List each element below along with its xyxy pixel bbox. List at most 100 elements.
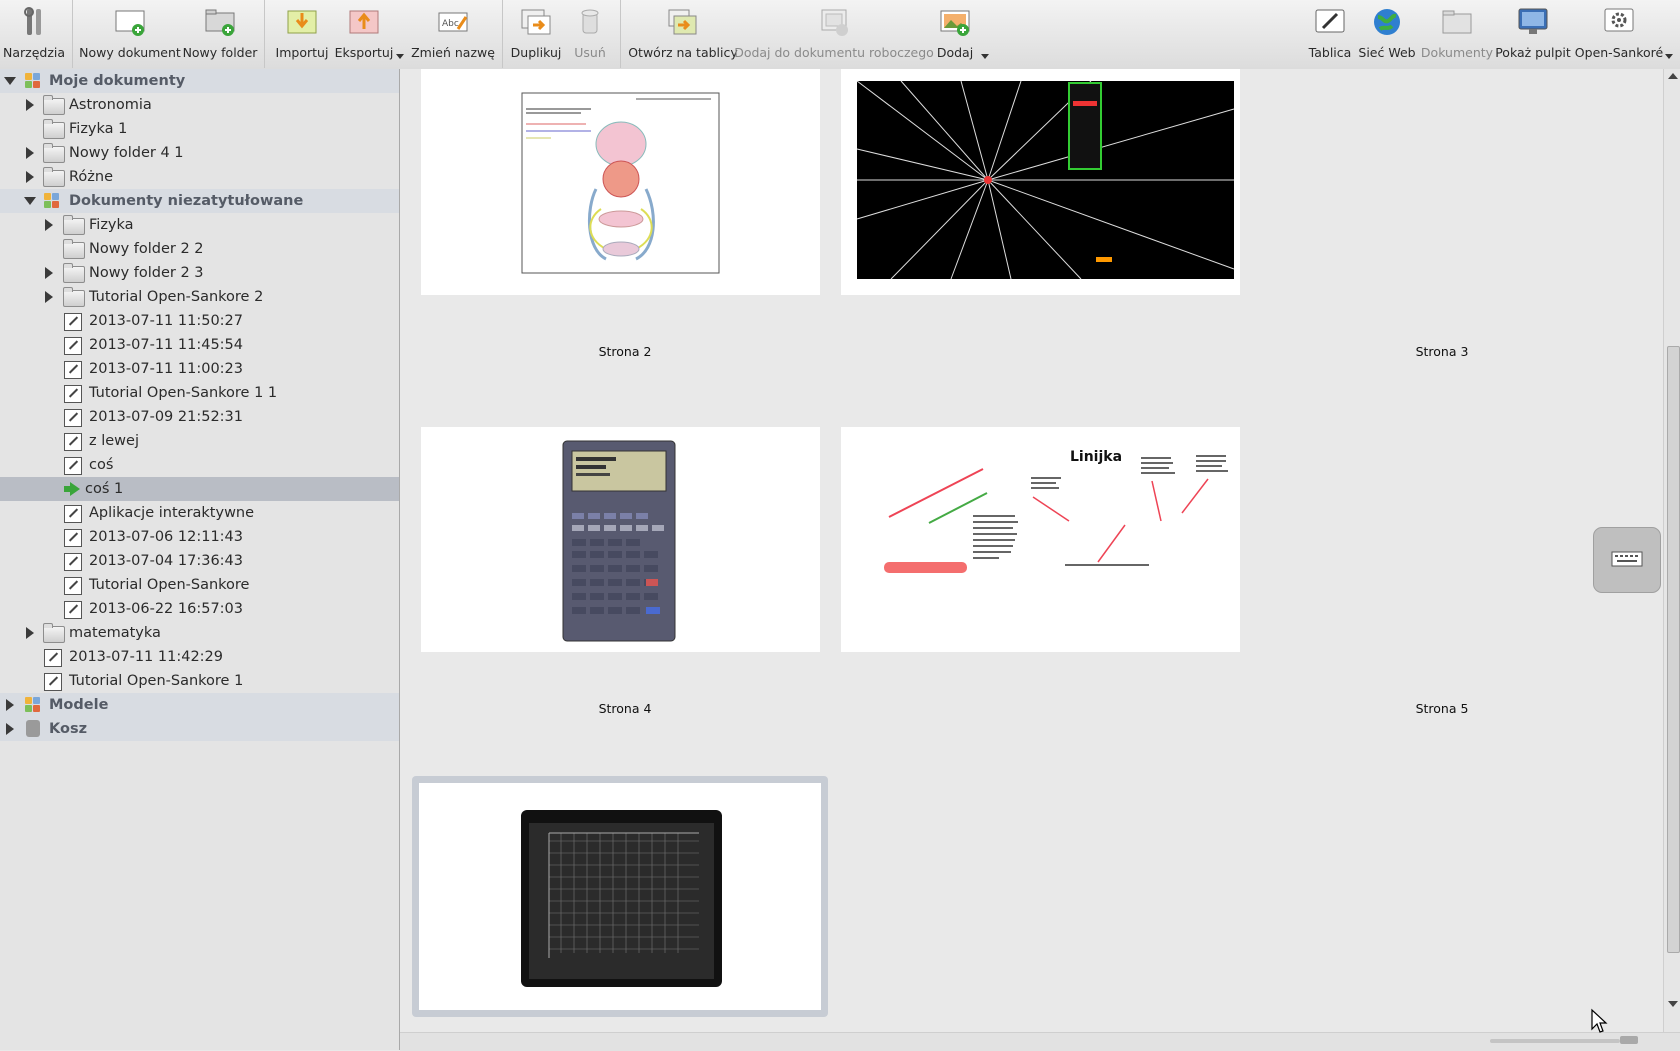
tree-item-label: 2013-07-11 11:00:23 — [89, 361, 243, 377]
tree-folder-nowy-folder-4-1[interactable]: Nowy folder 4 1 — [0, 141, 399, 165]
tree-document[interactable]: 2013-07-11 11:45:54 — [0, 333, 399, 357]
show-desktop-label: Pokaż pulpit — [1495, 45, 1571, 60]
tree-item-my-documents[interactable]: Moje dokumenty — [0, 69, 399, 93]
tree-item-untitled-documents[interactable]: Dokumenty niezatytułowane — [0, 189, 399, 213]
tree-document[interactable]: 2013-07-11 11:42:29 — [0, 645, 399, 669]
models-icon — [25, 697, 41, 713]
folder-icon — [43, 167, 65, 187]
open-sankore-menu-button[interactable]: Open-Sankoré — [1575, 0, 1663, 68]
thumbnail-size-slider[interactable] — [1490, 1039, 1620, 1043]
page-2-caption: Strona 2 — [598, 344, 652, 359]
expand-arrow-icon[interactable] — [45, 267, 53, 279]
tools-icon — [19, 7, 49, 37]
page-thumbnail-3[interactable] — [841, 69, 1240, 295]
thumbnail-size-slider-handle[interactable] — [1620, 1036, 1638, 1044]
folder-icon — [63, 215, 85, 235]
tree-document[interactable]: Tutorial Open-Sankore — [0, 573, 399, 597]
tree-document[interactable]: 2013-07-04 17:36:43 — [0, 549, 399, 573]
vertical-scrollbar[interactable] — [1663, 69, 1680, 1032]
rename-button[interactable]: Abc Zmień nazwę — [411, 0, 495, 68]
vertical-scrollbar-thumb[interactable] — [1667, 346, 1680, 953]
document-icon — [64, 433, 82, 451]
tree-item-label: Nowy folder 2 2 — [89, 241, 204, 257]
folder-icon — [63, 239, 85, 259]
tree-document[interactable]: 2013-06-22 16:57:03 — [0, 597, 399, 621]
new-folder-label: Nowy folder — [182, 45, 258, 60]
tree-document-current[interactable]: coś 1 — [0, 477, 399, 501]
globe-icon — [1372, 7, 1402, 37]
tree-folder-astronomia[interactable]: Astronomia — [0, 93, 399, 117]
keyboard-icon — [1611, 551, 1643, 567]
tree-item-label: 2013-07-11 11:42:29 — [69, 649, 223, 665]
current-document-arrow-icon — [64, 482, 80, 496]
open-on-board-button[interactable]: Otwórz na tablicy — [628, 0, 738, 68]
tree-folder-tutorial-open-sankore-2[interactable]: Tutorial Open-Sankore 2 — [0, 285, 399, 309]
delete-button[interactable]: Usuń — [568, 0, 612, 68]
tree-document[interactable]: 2013-07-06 12:11:43 — [0, 525, 399, 549]
tree-document[interactable]: Tutorial Open-Sankore 1 — [0, 669, 399, 693]
tree-document[interactable]: Aplikacje interaktywne — [0, 501, 399, 525]
tree-folder-nowy-folder-2-3[interactable]: Nowy folder 2 3 — [0, 261, 399, 285]
expand-arrow-icon[interactable] — [26, 627, 34, 639]
main-toolbar: Narzędzia Nowy dokument Nowy folder Impo… — [0, 0, 1680, 70]
tree-document[interactable]: 2013-07-09 21:52:31 — [0, 405, 399, 429]
add-dropdown-icon[interactable] — [981, 54, 989, 59]
export-button[interactable]: Eksportuj — [333, 0, 395, 68]
tree-folder-matematyka[interactable]: matematyka — [0, 621, 399, 645]
tree-document[interactable]: z lewej — [0, 429, 399, 453]
tree-document[interactable]: 2013-07-11 11:00:23 — [0, 357, 399, 381]
tree-folder-fizyka[interactable]: Fizyka — [0, 213, 399, 237]
add-image-icon — [940, 7, 970, 37]
add-to-working-document-button[interactable]: Dodaj do dokumentu roboczego — [734, 0, 934, 68]
tree-item-trash[interactable]: Kosz — [0, 717, 399, 741]
tree-item-label: Moje dokumenty — [49, 73, 186, 89]
tools-button[interactable]: Narzędzia — [3, 0, 65, 68]
expand-arrow-icon[interactable] — [26, 99, 34, 111]
page-thumbnails-area: Strona 2 Strona 3 Strona 4 Linijka Stron… — [400, 69, 1663, 1032]
virtual-keyboard-button[interactable] — [1593, 527, 1661, 593]
open-sankore-dropdown-icon[interactable] — [1665, 54, 1673, 59]
page-thumbnail-4[interactable] — [421, 427, 820, 652]
board-button[interactable]: Tablica — [1308, 0, 1352, 68]
tree-item-label: 2013-07-11 11:45:54 — [89, 337, 243, 353]
tree-item-models[interactable]: Modele — [0, 693, 399, 717]
web-button[interactable]: Sieć Web — [1358, 0, 1416, 68]
page-5-caption: Strona 5 — [1415, 701, 1469, 716]
tree-document[interactable]: Tutorial Open-Sankore 1 1 — [0, 381, 399, 405]
page-thumbnail-6[interactable] — [419, 783, 821, 1010]
tree-folder-nowy-folder-2-2[interactable]: Nowy folder 2 2 — [0, 237, 399, 261]
duplicate-button[interactable]: Duplikuj — [510, 0, 562, 68]
expand-arrow-icon[interactable] — [26, 171, 34, 183]
tree-document[interactable]: coś — [0, 453, 399, 477]
export-label: Eksportuj — [334, 45, 394, 60]
show-desktop-button[interactable]: Pokaż pulpit — [1495, 0, 1571, 68]
expand-arrow-icon[interactable] — [6, 723, 14, 735]
page-thumbnail-5[interactable]: Linijka — [841, 427, 1240, 652]
tree-folder-fizyka-1[interactable]: Fizyka 1 — [0, 117, 399, 141]
document-icon — [64, 601, 82, 619]
page-thumbnail-2[interactable] — [421, 69, 820, 295]
expand-arrow-icon[interactable] — [24, 197, 36, 205]
tree-item-label: Modele — [49, 697, 109, 713]
import-button[interactable]: Importuj — [272, 0, 332, 68]
export-icon — [349, 7, 379, 37]
expand-arrow-icon[interactable] — [6, 699, 14, 711]
documents-button[interactable]: Dokumenty — [1420, 0, 1494, 68]
expand-arrow-icon[interactable] — [45, 291, 53, 303]
scroll-down-icon[interactable] — [1668, 1001, 1678, 1007]
tree-folder-rozne[interactable]: Różne — [0, 165, 399, 189]
svg-text:Abc: Abc — [442, 19, 459, 29]
tree-item-label: Tutorial Open-Sankore 2 — [89, 289, 264, 305]
expand-arrow-icon[interactable] — [4, 77, 16, 85]
scroll-up-icon[interactable] — [1668, 73, 1678, 79]
trash-icon — [26, 720, 40, 737]
add-button[interactable]: Dodaj — [934, 0, 976, 68]
expand-arrow-icon[interactable] — [26, 147, 34, 159]
tree-item-label: matematyka — [69, 625, 161, 641]
new-folder-button[interactable]: Nowy folder — [183, 0, 257, 68]
new-document-button[interactable]: Nowy dokument — [79, 0, 181, 68]
duplicate-icon — [521, 7, 551, 37]
export-dropdown-icon[interactable] — [396, 54, 404, 59]
expand-arrow-icon[interactable] — [45, 219, 53, 231]
tree-document[interactable]: 2013-07-11 11:50:27 — [0, 309, 399, 333]
